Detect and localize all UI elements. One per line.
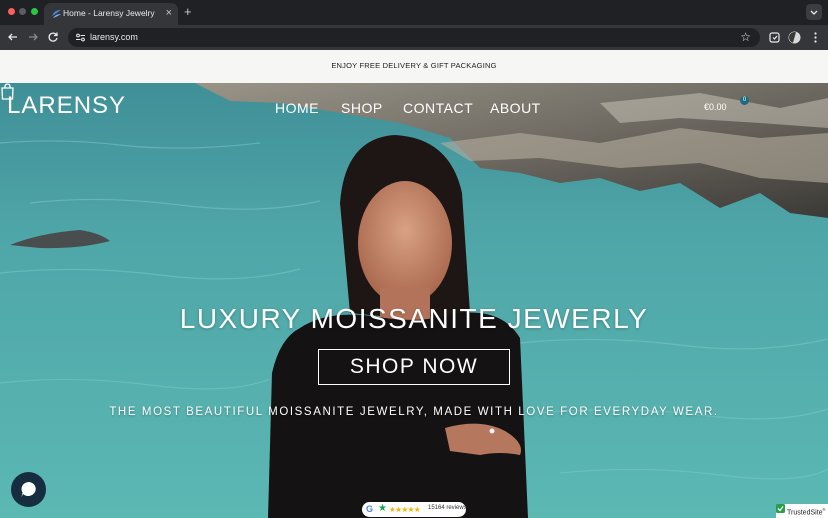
window-close-button[interactable]	[8, 8, 15, 15]
nav-about-link[interactable]: ABOUT	[490, 100, 541, 116]
trusted-check-icon	[776, 504, 785, 513]
address-bar[interactable]: larensy.com ☆	[68, 28, 760, 47]
green-star-icon: ★	[378, 503, 387, 514]
browser-tab-strip: Home - Larensy Jewelry × +	[0, 0, 828, 25]
bookmark-star-icon[interactable]: ☆	[740, 29, 751, 45]
chevron-down-icon	[810, 10, 818, 15]
chat-icon	[21, 482, 36, 497]
back-arrow-icon[interactable]	[6, 30, 20, 44]
rating-stars: ★★★★★	[389, 505, 421, 514]
trustedsite-label: TrustedSite®	[787, 507, 826, 516]
tab-title: Home - Larensy Jewelry	[63, 8, 155, 18]
hero-subline: THE MOST BEAUTIFUL MOISSANITE JEWELRY, M…	[109, 406, 719, 418]
larensy-favicon-icon	[52, 10, 61, 18]
trustedsite-name: TrustedSite	[787, 509, 823, 517]
nav-home-link[interactable]: HOME	[275, 100, 319, 116]
google-icon: G	[366, 504, 374, 514]
shop-now-button[interactable]: SHOP NOW	[318, 349, 510, 385]
tab-search-button[interactable]	[806, 4, 822, 20]
url-text: larensy.com	[90, 32, 138, 42]
chat-button[interactable]	[11, 472, 46, 507]
tab-close-icon[interactable]: ×	[166, 6, 172, 20]
cart-count-badge: 0	[740, 96, 749, 105]
new-tab-button[interactable]: +	[184, 3, 192, 20]
site-info-icon[interactable]	[75, 32, 86, 43]
nav-contact-link[interactable]: CONTACT	[403, 100, 473, 116]
hero-banner: LARENSY HOME SHOP CONTACT ABOUT €0.00 0 …	[0, 83, 828, 518]
hero-headline: LUXURY MOISSANITE JEWERLY	[179, 303, 649, 334]
browser-tab-active[interactable]: Home - Larensy Jewelry ×	[44, 3, 178, 25]
trustedsite-mark: ®	[822, 507, 826, 512]
profile-icon[interactable]	[788, 31, 801, 44]
hero-photo	[0, 83, 828, 518]
web-page: ENJOY FREE DELIVERY & GIFT PACKAGING LAR…	[0, 50, 828, 518]
window-minimize-button[interactable]	[19, 8, 26, 15]
window-zoom-button[interactable]	[31, 8, 38, 15]
forward-arrow-icon[interactable]	[26, 30, 40, 44]
announcement-bar: ENJOY FREE DELIVERY & GIFT PACKAGING	[0, 50, 828, 83]
review-count: 15164 reviews	[428, 505, 467, 511]
extension-icon[interactable]	[768, 31, 781, 44]
trustedsite-badge[interactable]: TrustedSite®	[776, 504, 828, 518]
reload-icon[interactable]	[46, 30, 60, 44]
nav-shop-link[interactable]: SHOP	[341, 100, 383, 116]
site-logo[interactable]: LARENSY	[7, 92, 126, 120]
kebab-menu-icon[interactable]	[809, 31, 822, 44]
google-reviews-badge[interactable]: G ★ ★★★★★ 15164 reviews	[362, 502, 467, 517]
cart-icon[interactable]	[0, 83, 15, 100]
browser-toolbar: larensy.com ☆	[0, 25, 828, 50]
announcement-text: ENJOY FREE DELIVERY & GIFT PACKAGING	[331, 61, 497, 70]
cart-total[interactable]: €0.00	[704, 102, 727, 112]
